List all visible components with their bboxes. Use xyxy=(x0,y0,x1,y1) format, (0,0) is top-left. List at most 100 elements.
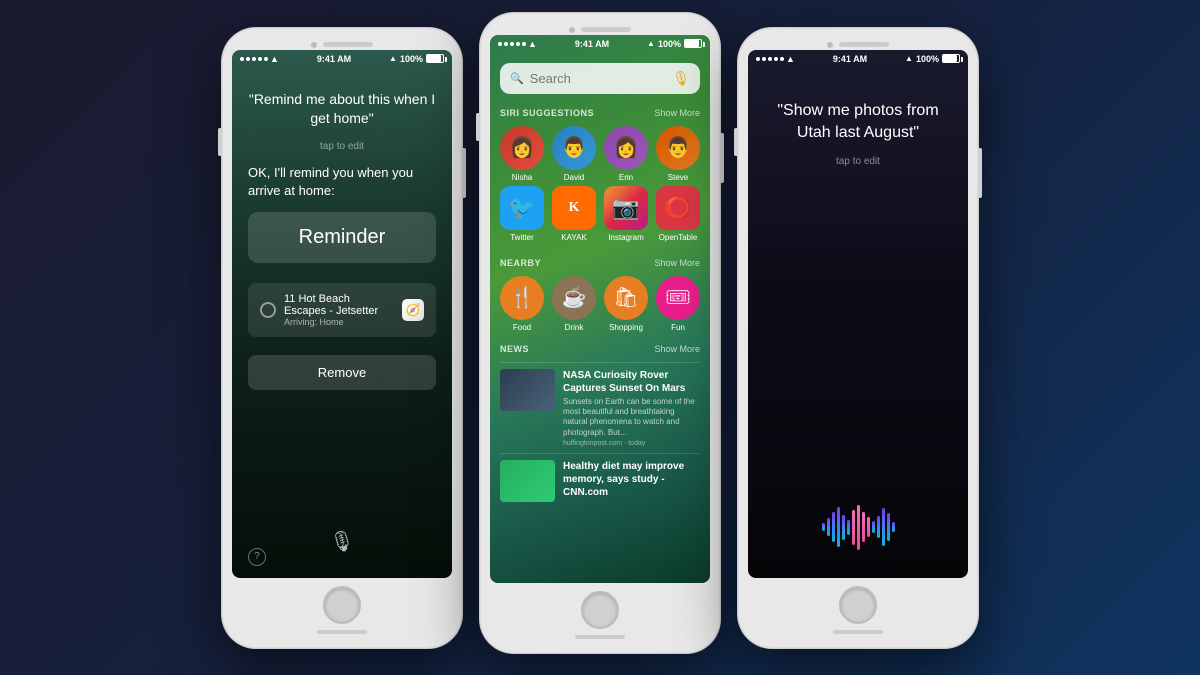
avatar-steve: 👨 xyxy=(656,126,700,170)
mic-search-icon[interactable]: 🎙 xyxy=(672,70,690,87)
status-right: ▲ 100% xyxy=(389,54,444,64)
search-icon: 🔍 xyxy=(510,72,524,85)
app-kayak[interactable]: K KAYAK xyxy=(552,186,596,242)
contact-erin[interactable]: 👩 Erin xyxy=(604,126,648,182)
tap-to-edit-3[interactable]: tap to edit xyxy=(764,156,952,167)
news-header: NEWS Show More xyxy=(500,344,700,354)
reminder-circle xyxy=(260,302,276,318)
wave-bar-6 xyxy=(847,520,850,535)
news-title-2: Healthy diet may improve memory, says st… xyxy=(563,460,700,499)
battery-percent-2: 100% xyxy=(658,39,681,49)
signal-dot-4 xyxy=(258,57,262,61)
volume-button-3 xyxy=(734,128,738,156)
news-title: NEWS xyxy=(500,344,529,354)
help-button[interactable]: ? xyxy=(248,548,266,566)
status-bar-3: ▲ 9:41 AM ▲ 100% xyxy=(748,50,968,68)
app-opentable[interactable]: ⭕ OpenTable xyxy=(656,186,700,242)
home-button-1[interactable] xyxy=(323,586,361,624)
reminder-item[interactable]: 11 Hot Beach Escapes - Jetsetter Arrivin… xyxy=(248,283,436,337)
status-right-2: ▲ 100% xyxy=(647,39,702,49)
earpiece-2 xyxy=(581,27,631,32)
mic-icon: 🎙 xyxy=(329,531,354,553)
news-show-more[interactable]: Show More xyxy=(654,344,700,354)
status-right-3: ▲ 100% xyxy=(905,54,960,64)
contact-steve[interactable]: 👨 Steve xyxy=(656,126,700,182)
phones-container: ▲ 9:41 AM ▲ 100% "Remind me about this w… xyxy=(0,0,1200,675)
signal-icon-2: ▲ xyxy=(647,39,655,48)
bottom-speaker-3 xyxy=(833,630,883,634)
wave-bar-14 xyxy=(887,513,890,541)
siri-query-1: "Remind me about this when I get home" xyxy=(248,90,436,129)
instagram-icon: 📷 xyxy=(604,186,648,230)
iphone-top-3 xyxy=(748,38,968,50)
contact-name-steve: Steve xyxy=(668,173,688,182)
nearby-drink[interactable]: ☕ Drink xyxy=(552,276,596,332)
siri-content-1: "Remind me about this when I get home" t… xyxy=(232,50,452,578)
earpiece-3 xyxy=(839,42,889,47)
volume-button-2 xyxy=(476,113,480,141)
news-source-1: huffingtonpost.com · today xyxy=(563,440,700,447)
battery-icon-2 xyxy=(684,39,702,48)
reminder-label: Reminder xyxy=(262,226,422,249)
contact-name-david: David xyxy=(564,173,584,182)
nearby-header: NEARBY Show More xyxy=(500,258,700,268)
phone1-screen: ▲ 9:41 AM ▲ 100% "Remind me about this w… xyxy=(232,50,452,578)
time-display-2: 9:41 AM xyxy=(575,39,609,49)
remove-button[interactable]: Remove xyxy=(248,355,436,390)
app-name-twitter: Twitter xyxy=(510,233,534,242)
home-button-2[interactable] xyxy=(581,591,619,629)
shopping-icon: 🛍 xyxy=(604,276,648,320)
search-placeholder: Search xyxy=(530,71,667,86)
signal-icon-3: ▲ xyxy=(905,54,913,63)
battery-icon-1 xyxy=(426,54,444,63)
wave-bar-12 xyxy=(877,516,880,538)
news-thumb-health xyxy=(500,460,555,502)
reminder-title: 11 Hot Beach Escapes - Jetsetter xyxy=(284,293,394,317)
nearby-fun[interactable]: 🎟 Fun xyxy=(656,276,700,332)
reminder-subtitle: Arriving: Home xyxy=(284,317,394,327)
iphone-bottom-2 xyxy=(490,633,710,643)
wave-bar-13 xyxy=(882,508,885,546)
safari-icon[interactable]: 🧭 xyxy=(402,299,424,321)
news-item-2[interactable]: Healthy diet may improve memory, says st… xyxy=(500,453,700,508)
phone3-screen: ▲ 9:41 AM ▲ 100% "Show me photos from Ut… xyxy=(748,50,968,578)
battery-percent-1: 100% xyxy=(400,54,423,64)
contact-nisha[interactable]: 👩 Nisha xyxy=(500,126,544,182)
front-camera xyxy=(311,42,317,48)
nearby-show-more[interactable]: Show More xyxy=(654,258,700,268)
tap-to-edit-1[interactable]: tap to edit xyxy=(248,141,436,152)
app-name-instagram: Instagram xyxy=(608,233,644,242)
wave-bar-3 xyxy=(832,512,835,542)
contact-david[interactable]: 👨 David xyxy=(552,126,596,182)
signal-icon: ▲ xyxy=(389,54,397,63)
nearby-label-fun: Fun xyxy=(671,323,685,332)
siri-suggestions-header: SIRI SUGGESTIONS Show More xyxy=(500,108,700,118)
signal-dot-5 xyxy=(264,57,268,61)
status-left: ▲ xyxy=(240,54,279,64)
s4 xyxy=(774,57,778,61)
news-item-1[interactable]: NASA Curiosity Rover Captures Sunset On … xyxy=(500,362,700,454)
app-twitter[interactable]: 🐦 Twitter xyxy=(500,186,544,242)
status-left-2: ▲ xyxy=(498,39,537,49)
avatar-erin: 👩 xyxy=(604,126,648,170)
sig2 xyxy=(504,42,508,46)
wave-bar-2 xyxy=(827,518,830,536)
app-instagram[interactable]: 📷 Instagram xyxy=(604,186,648,242)
contacts-row: 👩 Nisha 👨 David 👩 Erin 👨 Steve xyxy=(500,126,700,182)
s1 xyxy=(756,57,760,61)
siri-suggestions-show-more[interactable]: Show More xyxy=(654,108,700,118)
wave-bar-1 xyxy=(822,523,825,531)
nearby-shopping[interactable]: 🛍 Shopping xyxy=(604,276,648,332)
iphone-3: ▲ 9:41 AM ▲ 100% "Show me photos from Ut… xyxy=(738,28,978,648)
fun-icon: 🎟 xyxy=(656,276,700,320)
search-bar[interactable]: 🔍 Search 🎙 xyxy=(500,63,700,94)
nearby-food[interactable]: 🍴 Food xyxy=(500,276,544,332)
bottom-speaker-2 xyxy=(575,635,625,639)
s3 xyxy=(768,57,772,61)
power-button-2 xyxy=(720,133,724,183)
siri-microphone[interactable]: 🎙 xyxy=(248,529,436,562)
home-button-3[interactable] xyxy=(839,586,877,624)
battery-percent-3: 100% xyxy=(916,54,939,64)
front-camera-3 xyxy=(827,42,833,48)
reminder-text: 11 Hot Beach Escapes - Jetsetter Arrivin… xyxy=(284,293,394,327)
